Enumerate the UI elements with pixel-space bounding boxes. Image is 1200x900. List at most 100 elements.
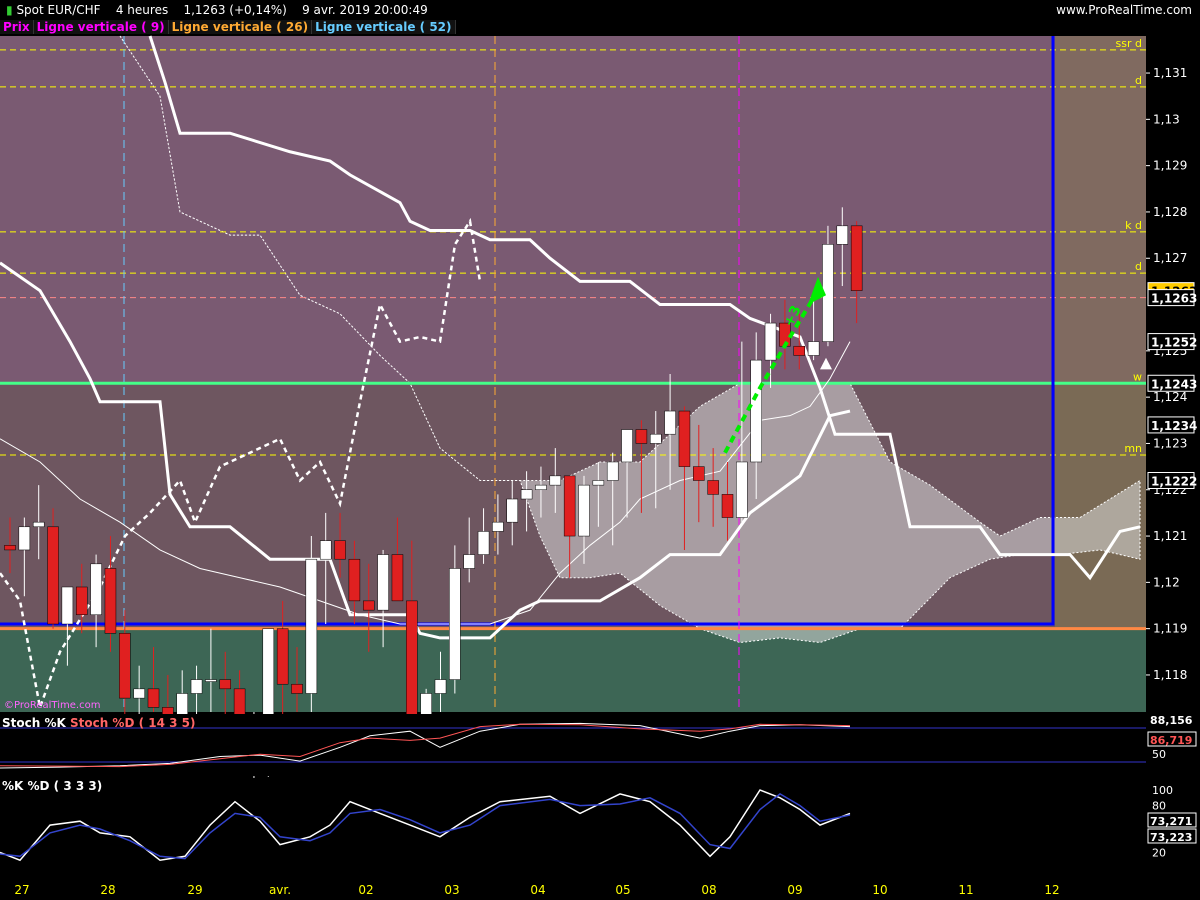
candle-up	[736, 461, 748, 518]
kd-ytick: 80	[1152, 800, 1166, 813]
candle-up	[305, 558, 318, 694]
candle-down	[793, 345, 805, 356]
candle-down	[276, 628, 289, 685]
chart-title: ▮ Spot EUR/CHF 4 heures 1,1263 (+0,14%) …	[6, 3, 428, 17]
time-label: 27	[14, 883, 29, 897]
stoch-panel-label: Stoch %K Stoch %D ( 14 3 5)	[2, 716, 196, 730]
d-value: 73,223	[1150, 831, 1192, 844]
stoch-k-value: 88,156	[1150, 714, 1193, 727]
ytick-label: 1,128	[1153, 205, 1187, 219]
time-label: 11	[958, 883, 973, 897]
time-axis-bg	[0, 880, 1200, 900]
time-label: 02	[358, 883, 373, 897]
ytick-label: 1,12	[1153, 575, 1180, 589]
candle-up	[750, 359, 762, 463]
d-label: %D ( 3 3 3)	[27, 779, 103, 793]
candle-down	[678, 410, 691, 467]
kd-ytick: 20	[1152, 846, 1166, 859]
candle-up	[477, 531, 490, 555]
candle-down	[291, 683, 303, 694]
candle-up	[18, 526, 31, 551]
background-zones	[0, 36, 1146, 712]
legend-item-price[interactable]: Prix	[0, 20, 34, 34]
time-label: 08	[701, 883, 716, 897]
candle-up	[190, 679, 203, 694]
candle-up	[492, 521, 504, 532]
candle-down	[348, 558, 361, 602]
level-label: mn	[1124, 442, 1142, 455]
legend-item-vline-26[interactable]: Ligne verticale ( 26)	[168, 20, 313, 34]
candle-up	[520, 489, 533, 500]
legend-item-vline-9[interactable]: Ligne verticale ( 9)	[33, 20, 169, 34]
candle-up	[205, 679, 217, 682]
candle-up	[463, 554, 475, 569]
candle-down	[563, 475, 576, 537]
level-label: w	[1133, 370, 1142, 383]
legend-item-vline-52[interactable]: Ligne verticale ( 52)	[312, 20, 456, 34]
candle-up	[764, 322, 777, 361]
candle-up	[836, 225, 849, 245]
k-d-panel[interactable]: 1008060402073,27173,223	[0, 778, 1200, 878]
zone-future-upper	[1055, 36, 1146, 384]
ytick-label: 1,129	[1153, 159, 1187, 173]
ytick-label: 1,124	[1153, 390, 1187, 404]
candle-up	[90, 563, 102, 616]
candle-down	[693, 466, 705, 481]
candle-down	[635, 429, 648, 444]
axis-bg	[1146, 36, 1200, 712]
candle-up	[133, 688, 145, 699]
stoch-d-label: Stoch %D ( 14 3 5)	[69, 716, 196, 730]
price-tag-label: 1,1234	[1151, 419, 1197, 433]
candle-down	[391, 554, 404, 602]
candle-down	[334, 540, 346, 560]
time-label: 10	[872, 883, 887, 897]
level-label: ssr d	[1116, 37, 1142, 50]
candle-up	[592, 480, 605, 486]
candle-down	[47, 526, 59, 625]
level-label: k d	[1125, 219, 1142, 232]
candle-up	[621, 429, 633, 463]
stoch-ytick: 50	[1152, 748, 1166, 761]
stoch-d-value: 86,719	[1150, 734, 1192, 747]
time-label: 04	[530, 883, 545, 897]
ytick-label: 1,13	[1153, 112, 1180, 126]
time-axis: 27 28 29 avr. 02 03 04 05 08 09 10 11 12	[0, 880, 1200, 900]
price-tag-label: 1,1263	[1151, 292, 1197, 306]
k-label: %K	[2, 779, 24, 793]
candle-up	[377, 554, 389, 611]
candle-up	[32, 521, 45, 528]
candle-up	[506, 498, 518, 523]
zone-upper	[0, 36, 1146, 384]
time-label: 12	[1044, 883, 1059, 897]
candle-down	[363, 600, 375, 611]
title-bar: ▮ Spot EUR/CHF 4 heures 1,1263 (+0,14%) …	[0, 0, 1200, 20]
candle-up	[449, 568, 461, 680]
price-chart[interactable]: ssr ddk ddwmn +3 1,1311,131,1291,1281,12…	[0, 20, 1200, 900]
ytick-label: 1,118	[1153, 668, 1187, 682]
price-tag-label: 1,1222	[1151, 474, 1197, 488]
price-tag-label: 1,1252	[1151, 336, 1197, 350]
candle-up	[807, 341, 820, 356]
candle-down	[119, 633, 131, 699]
time-label: 28	[100, 883, 115, 897]
price-tag-label: 1,1243	[1151, 377, 1197, 391]
candle-down	[4, 545, 16, 551]
candle-down	[850, 225, 863, 291]
candle-up	[578, 484, 590, 537]
candle-up	[606, 461, 619, 481]
last-price-label: 1,1263 (+0,14%)	[183, 3, 287, 17]
site-link[interactable]: www.ProRealTime.com	[1056, 3, 1192, 17]
candle-down	[219, 679, 231, 690]
time-label: avr.	[269, 883, 291, 897]
ytick-label: 1,127	[1153, 251, 1187, 265]
ytick-label: 1,121	[1153, 529, 1187, 543]
watermark: ©ProRealTime.com	[4, 700, 101, 711]
datetime-label: 9 avr. 2019 20:00:49	[302, 3, 428, 17]
ytick-label: 1,131	[1153, 66, 1187, 80]
candle-up	[434, 679, 447, 694]
k-value: 73,271	[1150, 815, 1192, 828]
candle-up	[61, 586, 74, 625]
candle-down	[721, 494, 734, 518]
time-label: 29	[187, 883, 202, 897]
candle-down	[104, 568, 117, 634]
